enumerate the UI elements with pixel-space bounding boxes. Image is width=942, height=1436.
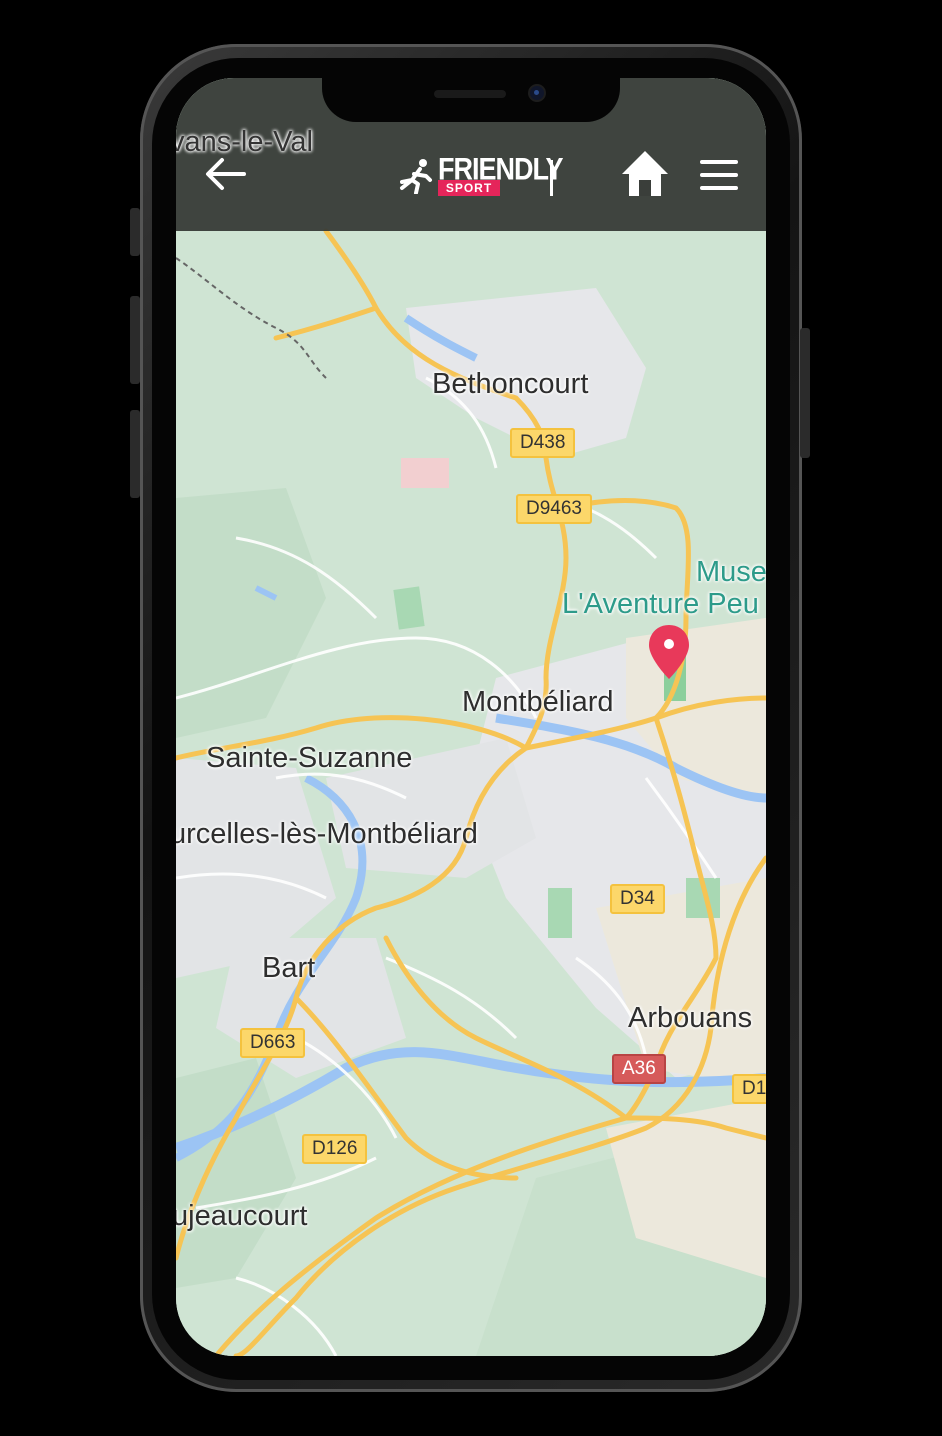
hamburger-menu-icon[interactable] [700, 160, 738, 190]
road-badge: D438 [510, 428, 576, 458]
volume-up-button [130, 296, 140, 384]
road-badge: D126 [302, 1134, 368, 1164]
power-button [800, 328, 810, 458]
home-icon[interactable] [620, 148, 670, 200]
place-label: Montbéliard [462, 686, 614, 718]
road-badge: D663 [240, 1028, 306, 1058]
place-label: Bart [262, 952, 316, 984]
phone-screen: vans-le-Val Bethoncourt Muse L'Aventure … [176, 78, 766, 1356]
runner-icon [400, 159, 432, 194]
app-logo[interactable]: FRIENDLY SPORT [396, 152, 564, 202]
road-badge: D34 [610, 884, 665, 914]
poi-label: Muse [696, 556, 766, 588]
map-pin-icon[interactable] [646, 623, 692, 681]
poi-label: L'Aventure Peu [562, 588, 759, 620]
place-label: Bethoncourt [432, 368, 589, 400]
road-badge: D1 [732, 1074, 766, 1104]
logo-subtext: SPORT [438, 180, 500, 196]
place-label: Sainte-Suzanne [206, 742, 413, 774]
earpiece-speaker [434, 90, 506, 98]
header-divider [550, 160, 553, 196]
arrow-left-icon[interactable] [202, 154, 250, 194]
place-label: ujeaucourt [176, 1200, 308, 1232]
place-label: vans-le-Val [176, 126, 313, 158]
road-badge: D9463 [516, 494, 592, 524]
place-label: Arbouans [628, 1002, 753, 1034]
volume-down-button [130, 410, 140, 498]
front-camera [530, 86, 544, 100]
road-badge-motorway: A36 [612, 1054, 666, 1084]
place-label: urcelles-lès-Montbéliard [176, 818, 478, 850]
mute-switch [130, 208, 140, 256]
